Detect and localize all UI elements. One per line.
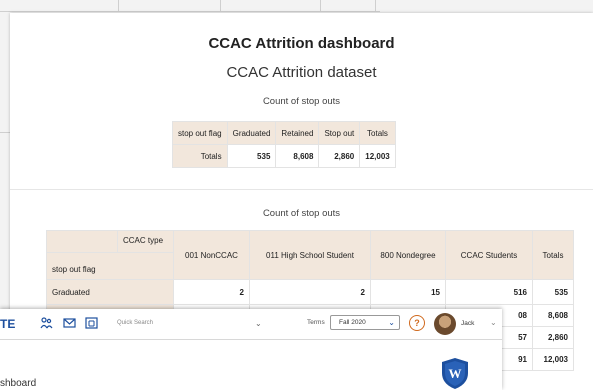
- chevron-down-icon: ⌄: [388, 318, 395, 327]
- search-chevron-down-icon[interactable]: ⌄: [255, 319, 262, 328]
- mail-icon[interactable]: [63, 317, 76, 329]
- header-cell: 011 High School Student: [249, 230, 371, 280]
- app-window: TE Quick Search ⌄ Terms Fall 2020 ⌄ ? Ja…: [0, 309, 502, 390]
- section-divider: [10, 189, 593, 190]
- header-cell: stop out flag: [172, 121, 228, 145]
- header-cell: Stop out: [318, 121, 361, 145]
- value-cell: 12,003: [359, 144, 396, 168]
- value-cell: 8,608: [532, 304, 574, 327]
- dashboard-title: CCAC Attrition dashboard: [208, 35, 395, 52]
- breadcrumb[interactable]: shboard: [0, 378, 36, 389]
- value-cell: 12,003: [532, 348, 574, 371]
- value-cell: 15: [370, 279, 446, 305]
- header-cell: Totals: [359, 121, 396, 145]
- summary-table: stop out flag Graduated Retained Stop ou…: [172, 121, 396, 168]
- terms-select[interactable]: Fall 2020 ⌄: [330, 315, 400, 330]
- user-chevron-down-icon[interactable]: ⌄: [490, 318, 497, 327]
- row-header-label: stop out flag: [46, 252, 174, 280]
- header-cell: Graduated: [226, 121, 277, 145]
- avatar[interactable]: [434, 313, 456, 335]
- value-cell: 535: [532, 279, 574, 305]
- app-top-bar: TE Quick Search ⌄ Terms Fall 2020 ⌄ ? Ja…: [0, 309, 502, 340]
- org-chart-icon[interactable]: [85, 317, 98, 329]
- people-icon[interactable]: [40, 317, 53, 329]
- dataset-title: CCAC Attrition dataset: [226, 64, 377, 81]
- table-row: Totals 535 8,608 2,860 12,003: [172, 144, 396, 168]
- row-label: Graduated: [46, 279, 174, 305]
- header-cell: 001 NonCCAC: [173, 230, 250, 280]
- corner-cell: [46, 230, 118, 253]
- table-header-row: stop out flag Graduated Retained Stop ou…: [172, 121, 396, 145]
- terms-value: Fall 2020: [339, 319, 366, 326]
- shield-letter: W: [449, 366, 462, 381]
- value-cell: 8,608: [275, 144, 320, 168]
- header-cell: Totals: [532, 230, 574, 280]
- app-brand[interactable]: TE: [0, 317, 15, 331]
- row-label: Totals: [172, 144, 228, 168]
- terms-label: Terms: [307, 319, 325, 326]
- col-group-label: CCAC type: [117, 230, 174, 253]
- header-cell: CCAC Students: [445, 230, 533, 280]
- value-cell: 535: [226, 144, 277, 168]
- shield-logo-icon: W: [442, 358, 468, 389]
- header-cell: Retained: [275, 121, 320, 145]
- value-cell: 2,860: [318, 144, 361, 168]
- table-header-row: CCAC type 001 NonCCAC 011 High School St…: [46, 230, 574, 280]
- header-cell: 800 Nondegree: [370, 230, 446, 280]
- value-cell: 2,860: [532, 326, 574, 349]
- value-cell: 2: [173, 279, 250, 305]
- table2-caption: Count of stop outs: [262, 208, 341, 219]
- user-name[interactable]: Jack: [461, 320, 474, 327]
- value-cell: 516: [445, 279, 533, 305]
- quick-search-input[interactable]: Quick Search: [117, 320, 153, 326]
- table1-caption: Count of stop outs: [262, 96, 341, 107]
- table-row: Graduated 2 2 15 516 535: [46, 279, 574, 305]
- value-cell: 2: [249, 279, 371, 305]
- help-icon[interactable]: ?: [409, 315, 425, 331]
